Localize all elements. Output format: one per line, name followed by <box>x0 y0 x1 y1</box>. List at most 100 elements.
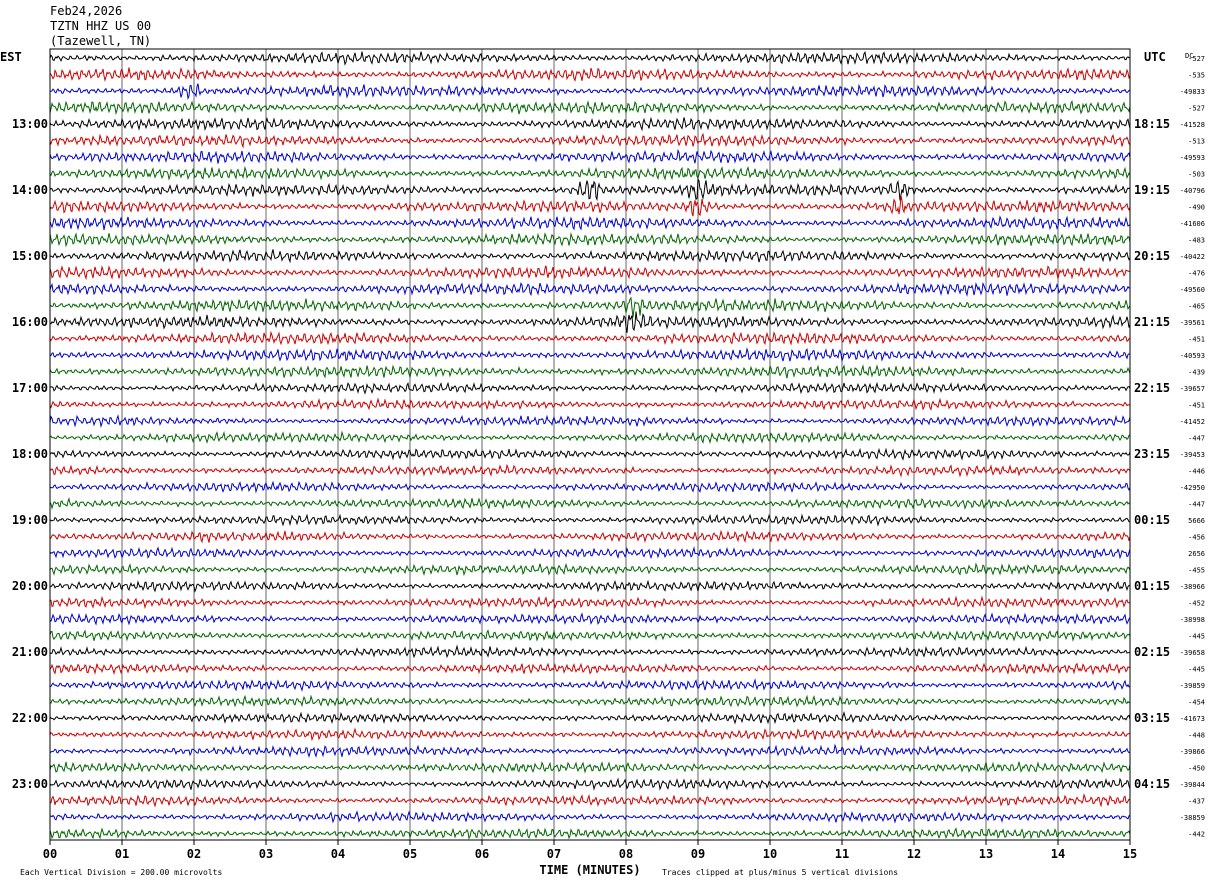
trace-line <box>49 513 1131 527</box>
trace-line <box>49 195 1131 217</box>
trace-line <box>49 793 1131 808</box>
trace-line <box>49 66 1131 82</box>
dc-offset-label: -448 <box>1188 732 1205 740</box>
dc-offset-label: -49833 <box>1180 88 1205 96</box>
dc-offset-label: -39561 <box>1180 319 1205 327</box>
left-hour-label: 23:00 <box>12 777 48 791</box>
trace-line <box>49 546 1131 560</box>
left-hour-label: 20:00 <box>12 579 48 593</box>
x-tick-label: 07 <box>547 847 561 861</box>
x-tick-label: 01 <box>115 847 129 861</box>
right-hour-label: 00:15 <box>1134 513 1170 527</box>
x-tick-label: 15 <box>1123 847 1137 861</box>
trace-line <box>49 397 1131 411</box>
trace-line <box>49 678 1131 692</box>
trace-line <box>49 480 1131 494</box>
dc-offset-label: -41606 <box>1180 220 1205 228</box>
trace-line <box>49 264 1131 281</box>
trace-line <box>49 281 1131 297</box>
trace-line <box>49 51 1131 66</box>
dc-offset-label: -40593 <box>1180 352 1205 360</box>
dc-offset-label: -41452 <box>1180 418 1205 426</box>
left-hour-label: 21:00 <box>12 645 48 659</box>
left-hour-label: 14:00 <box>12 183 48 197</box>
scale-note: Each Vertical Division = 200.00 microvol… <box>20 868 222 877</box>
dc-offset-label: -437 <box>1188 798 1205 806</box>
dc-offset-label: -39844 <box>1180 781 1205 789</box>
x-axis-title: TIME (MINUTES) <box>539 863 640 877</box>
trace-line <box>49 148 1131 164</box>
clip-note: Traces clipped at plus/minus 5 vertical … <box>662 868 898 877</box>
right-timezone-label: UTC <box>1144 50 1166 64</box>
trace-line <box>49 83 1131 101</box>
dc-offset-label: 2656 <box>1188 550 1205 558</box>
trace-line <box>49 761 1131 774</box>
dc-offset-label: -49593 <box>1180 154 1205 162</box>
dc-offset-label: -450 <box>1188 765 1205 773</box>
trace-line <box>49 177 1131 202</box>
dc-offset-label: -483 <box>1188 237 1205 245</box>
right-hour-label: 22:15 <box>1134 381 1170 395</box>
trace-line <box>50 347 1131 363</box>
left-hour-label: 15:00 <box>12 249 48 263</box>
trace-line <box>49 827 1131 840</box>
dc-offset-label: -49560 <box>1180 286 1205 294</box>
right-hour-label: 18:15 <box>1134 117 1170 131</box>
x-tick-label: 10 <box>763 847 777 861</box>
dc-offset-label: -39658 <box>1180 649 1205 657</box>
trace-line <box>49 612 1131 626</box>
left-hour-label: 18:00 <box>12 447 48 461</box>
dc-offset-label: -439 <box>1188 369 1205 377</box>
right-hour-label: 01:15 <box>1134 579 1170 593</box>
trace-line <box>49 296 1131 318</box>
right-hour-label: 02:15 <box>1134 645 1170 659</box>
dc-offset-label: -445 <box>1188 666 1205 674</box>
dc-offset-label: -38966 <box>1180 583 1205 591</box>
dc-offset-label: -451 <box>1188 336 1205 344</box>
dc-offset-label: -447 <box>1188 501 1205 509</box>
dc-offset-label: -503 <box>1188 171 1205 179</box>
trace-line <box>49 694 1131 708</box>
trace-line <box>49 232 1131 248</box>
dc-offset-label: -442 <box>1188 831 1205 839</box>
x-tick-label: 06 <box>475 847 489 861</box>
x-tick-label: 09 <box>691 847 705 861</box>
dc-offset-label: 5666 <box>1188 517 1205 525</box>
dc-offset-label: -39859 <box>1180 682 1205 690</box>
trace-line <box>49 463 1131 478</box>
trace-line <box>49 497 1131 510</box>
right-hour-label: 04:15 <box>1134 777 1170 791</box>
dc-offset-label: -456 <box>1188 534 1205 542</box>
x-tick-label: 05 <box>403 847 417 861</box>
dc-offset-label: -490 <box>1188 204 1205 212</box>
dc-offset-label: -41528 <box>1180 121 1205 129</box>
trace-line <box>49 711 1131 725</box>
dc-offset-label: -454 <box>1188 699 1205 707</box>
dc-offset-label: -465 <box>1188 303 1205 311</box>
dc-offset-label: -39866 <box>1180 748 1205 756</box>
trace-line <box>49 727 1131 742</box>
dc-offset-label: -40422 <box>1180 253 1205 261</box>
trace-line <box>49 644 1131 659</box>
trace-line <box>49 165 1131 181</box>
dc-offset-label: -527 <box>1188 55 1205 63</box>
dc-offset-label: -513 <box>1188 138 1205 146</box>
left-hour-label: 22:00 <box>12 711 48 725</box>
helicorder-plot: 00 01 02 03 04 05 06 07 08 09 10 11 12 13 14 15EST UTC DC… <box>0 48 1205 877</box>
trace-line <box>49 595 1131 610</box>
dc-offset-label: -41673 <box>1180 715 1205 723</box>
dc-offset-label: -38998 <box>1180 616 1205 624</box>
x-tick-label: 11 <box>835 847 849 861</box>
left-hour-label: 16:00 <box>12 315 48 329</box>
dc-offset-label: -455 <box>1188 567 1205 575</box>
trace-line <box>49 249 1131 264</box>
x-tick-label: 00 <box>43 847 57 861</box>
trace-line <box>49 430 1131 445</box>
trace-line <box>49 132 1131 149</box>
left-hour-label: 17:00 <box>12 381 48 395</box>
seismic-traces <box>49 51 1131 840</box>
trace-line <box>49 414 1131 428</box>
trace-line <box>49 743 1131 759</box>
trace-line <box>49 330 1131 346</box>
dc-offset-label: -40796 <box>1180 187 1205 195</box>
